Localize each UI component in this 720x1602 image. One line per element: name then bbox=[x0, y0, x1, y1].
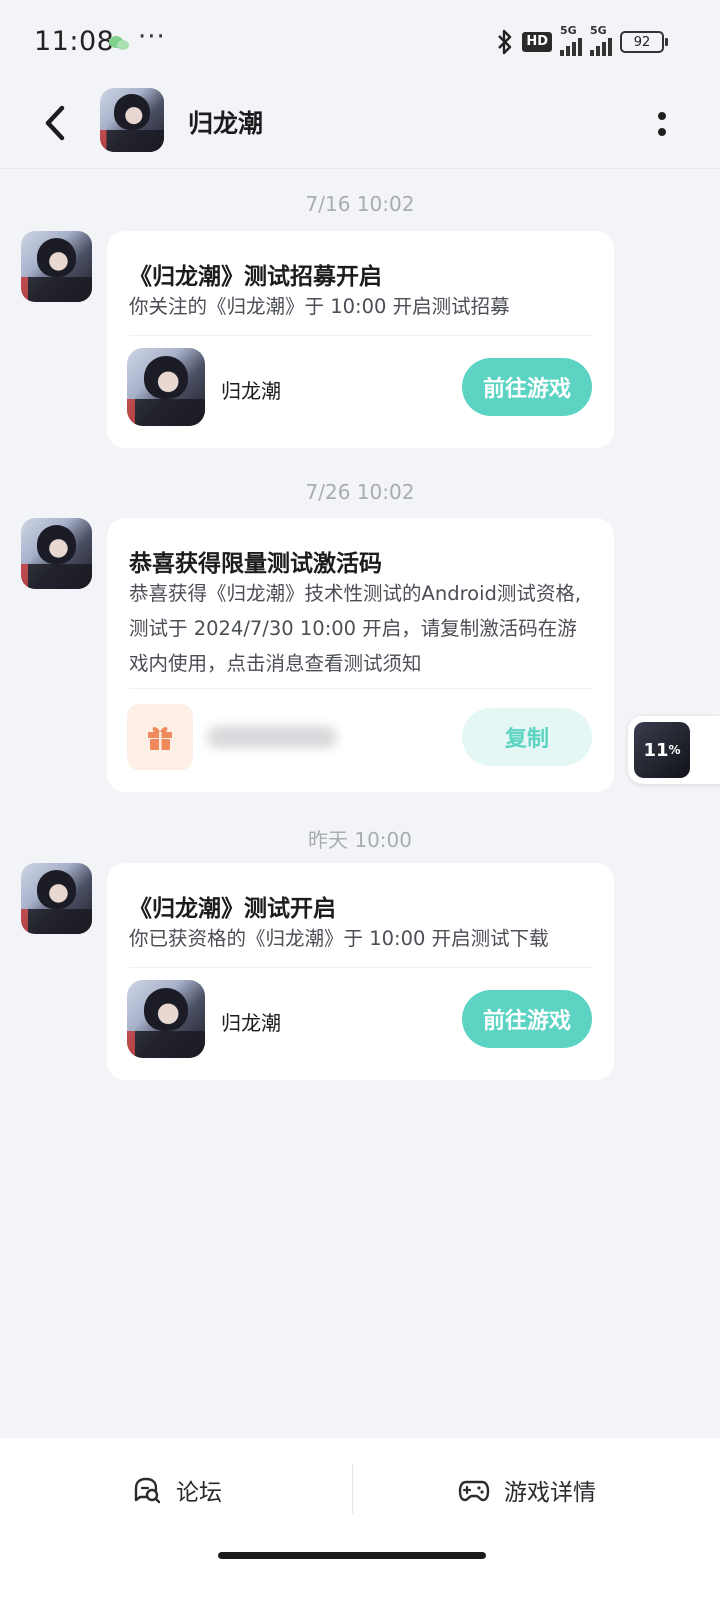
network-type-2: 5G bbox=[590, 24, 607, 37]
back-arrow-icon[interactable] bbox=[36, 98, 76, 148]
message-timestamp: 7/26 10:02 bbox=[305, 480, 415, 504]
signal-icon-2: 5G bbox=[590, 24, 612, 56]
forum-icon bbox=[134, 1477, 161, 1504]
game-icon[interactable] bbox=[127, 348, 205, 426]
bottom-bar: 论坛 游戏详情 bbox=[0, 1438, 720, 1602]
page-title: 归龙潮 bbox=[188, 109, 264, 138]
wechat-icon bbox=[109, 36, 129, 50]
game-name: 归龙潮 bbox=[221, 379, 281, 403]
message-card[interactable]: 《归龙潮》测试招募开启 你关注的《归龙潮》于 10:00 开启测试招募 归龙潮 … bbox=[107, 231, 614, 448]
gamepad-icon bbox=[458, 1480, 490, 1502]
progress-value: 11% bbox=[634, 722, 690, 778]
bluetooth-icon bbox=[498, 29, 512, 55]
signal-icon-1: 5G bbox=[560, 24, 582, 56]
message-title: 《归龙潮》测试招募开启 bbox=[129, 264, 382, 290]
sender-avatar[interactable] bbox=[21, 231, 92, 302]
message-card[interactable]: 恭喜获得限量测试激活码 恭喜获得《归龙潮》技术性测试的Android测试资格,测… bbox=[107, 518, 614, 792]
game-detail-label: 游戏详情 bbox=[504, 1480, 596, 1506]
hd-badge: HD bbox=[522, 32, 552, 52]
more-menu-icon[interactable] bbox=[654, 106, 670, 142]
message-card[interactable]: 《归龙潮》测试开启 你已获资格的《归龙潮》于 10:00 开启测试下载 归龙潮 … bbox=[107, 863, 614, 1080]
status-time: 11:08 bbox=[34, 26, 115, 57]
header-avatar[interactable] bbox=[100, 88, 164, 152]
message-body: 你已获资格的《归龙潮》于 10:00 开启测试下载 bbox=[129, 927, 549, 950]
message-title: 《归龙潮》测试开启 bbox=[129, 896, 336, 922]
divider bbox=[129, 335, 592, 336]
status-right-group: HD 5G 5G 92 bbox=[496, 24, 668, 56]
gift-icon bbox=[127, 704, 193, 770]
forum-label: 论坛 bbox=[176, 1480, 222, 1506]
forum-tab[interactable]: 论坛 bbox=[132, 1468, 222, 1512]
divider bbox=[352, 1464, 353, 1514]
message-body: 你关注的《归龙潮》于 10:00 开启测试招募 bbox=[129, 295, 510, 318]
go-to-game-button[interactable]: 前往游戏 bbox=[462, 358, 592, 416]
sender-avatar[interactable] bbox=[21, 518, 92, 589]
status-more-icon: ··· bbox=[138, 22, 166, 52]
message-timestamp: 昨天 10:00 bbox=[308, 828, 412, 852]
go-to-game-button[interactable]: 前往游戏 bbox=[462, 990, 592, 1048]
activation-code bbox=[207, 726, 337, 748]
game-detail-tab[interactable]: 游戏详情 bbox=[458, 1468, 596, 1512]
sender-avatar[interactable] bbox=[21, 863, 92, 934]
chat-header: 归龙潮 bbox=[0, 84, 720, 169]
home-indicator[interactable] bbox=[218, 1552, 486, 1559]
network-type-1: 5G bbox=[560, 24, 577, 37]
game-icon[interactable] bbox=[127, 980, 205, 1058]
game-name: 归龙潮 bbox=[221, 1011, 281, 1035]
message-body: 恭喜获得《归龙潮》技术性测试的Android测试资格,测试于 2024/7/30… bbox=[129, 582, 582, 675]
battery-icon: 92 bbox=[620, 31, 668, 53]
copy-button[interactable]: 复制 bbox=[462, 708, 592, 766]
message-timestamp: 7/16 10:02 bbox=[305, 192, 415, 216]
divider bbox=[129, 967, 592, 968]
divider bbox=[129, 688, 592, 689]
message-title: 恭喜获得限量测试激活码 bbox=[129, 551, 382, 577]
progress-unit: % bbox=[668, 743, 681, 757]
status-bar: 11:08 ··· HD 5G 5G 92 bbox=[0, 0, 720, 84]
gift-glyph-icon bbox=[148, 727, 172, 750]
progress-number: 11 bbox=[643, 739, 669, 761]
floating-progress-widget[interactable]: 11% bbox=[628, 716, 720, 784]
